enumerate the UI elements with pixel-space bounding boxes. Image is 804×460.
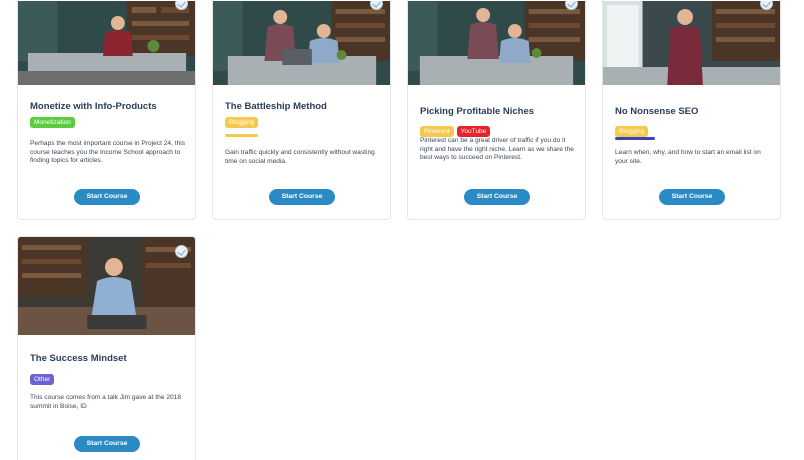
- course-card: No Nonsense SEO Blogging Learn when, why…: [602, 0, 781, 220]
- course-title[interactable]: Monetize with Info-Products: [30, 101, 157, 112]
- course-title[interactable]: The Battleship Method: [225, 101, 327, 112]
- course-description: Pinterest can be a great driver of traff…: [420, 137, 574, 162]
- course-card: The Battleship Method Blogging Gain traf…: [212, 0, 391, 220]
- course-title[interactable]: Picking Profitable Niches: [420, 106, 534, 117]
- course-description: Gain traffic quickly and consistently wi…: [225, 149, 375, 165]
- tag-list: Pinterest YouTube: [420, 126, 491, 137]
- tag-list: Other: [30, 374, 55, 385]
- course-thumbnail[interactable]: [18, 237, 195, 335]
- course-thumbnail[interactable]: [603, 1, 780, 85]
- start-course-button[interactable]: Start Course: [74, 189, 140, 205]
- start-course-button[interactable]: Start Course: [659, 189, 725, 205]
- course-description: This course comes from a talk Jim gave a…: [30, 394, 181, 410]
- course-thumbnail[interactable]: [213, 1, 390, 85]
- course-title[interactable]: No Nonsense SEO: [615, 106, 698, 117]
- course-description: Learn when, why, and how to start an ema…: [615, 149, 761, 165]
- tag-list: Monetization: [30, 117, 75, 128]
- tag-list: Blogging: [225, 117, 259, 128]
- course-card: Monetize with Info-Products Monetization…: [17, 0, 196, 220]
- tag-badge[interactable]: Blogging: [615, 126, 649, 137]
- start-course-button[interactable]: Start Course: [464, 189, 530, 205]
- tag-underline: [225, 134, 258, 137]
- tag-list: Blogging: [615, 126, 649, 137]
- tag-badge[interactable]: Other: [30, 374, 55, 385]
- course-card: The Success Mindset Other This course co…: [17, 236, 196, 460]
- course-card: Picking Profitable Niches Pinterest YouT…: [407, 0, 586, 220]
- tag-badge[interactable]: Monetization: [30, 117, 75, 128]
- tag-badge[interactable]: Blogging: [225, 117, 259, 128]
- tag-underline: [615, 137, 655, 140]
- tag-badge[interactable]: Pinterest: [420, 126, 454, 137]
- start-course-button[interactable]: Start Course: [74, 436, 140, 452]
- course-thumbnail[interactable]: [408, 1, 585, 85]
- course-title[interactable]: The Success Mindset: [30, 353, 127, 364]
- course-thumbnail[interactable]: [18, 1, 195, 85]
- tag-badge[interactable]: YouTube: [456, 126, 491, 137]
- course-description: Perhaps the most important course in Pro…: [30, 140, 186, 165]
- start-course-button[interactable]: Start Course: [269, 189, 335, 205]
- completed-check-icon: [175, 245, 188, 258]
